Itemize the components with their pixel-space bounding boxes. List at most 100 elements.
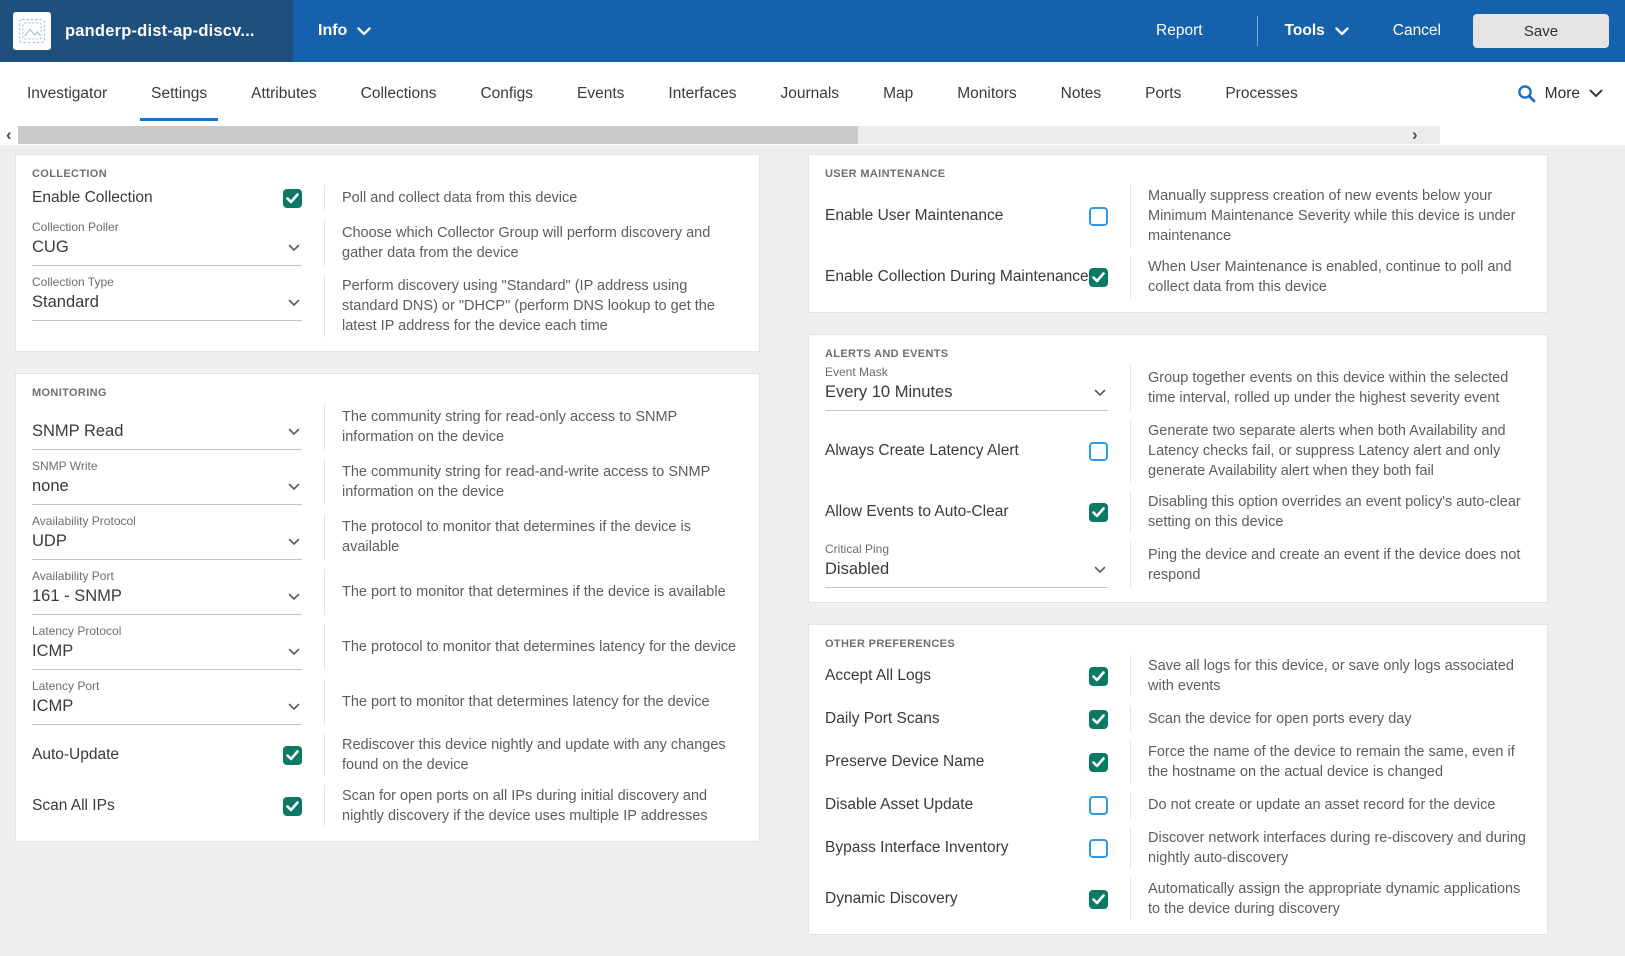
tab-events[interactable]: Events — [577, 62, 624, 125]
always-create-latency-alert-checkbox[interactable] — [1089, 441, 1108, 461]
scroll-left-arrow-icon[interactable]: ‹ — [6, 125, 12, 144]
section-title: USER MAINTENANCE — [825, 168, 946, 180]
field-label: Collection Poller — [32, 220, 119, 234]
field-column: Allow Events to Auto-Clear — [825, 491, 1130, 533]
field-label: Collection Type — [32, 275, 114, 289]
field-description: The port to monitor that determines if t… — [324, 569, 743, 615]
availability-port-select[interactable]: 161 - SNMP — [32, 584, 302, 615]
daily-port-scans-checkbox[interactable] — [1089, 709, 1108, 729]
allow-events-to-auto-clear-checkbox[interactable] — [1089, 502, 1108, 522]
check-icon — [286, 749, 299, 760]
field-description: Discover network interfaces during re-di… — [1130, 827, 1531, 869]
field-label: Always Create Latency Alert — [825, 442, 1019, 459]
tab-map[interactable]: Map — [883, 62, 913, 125]
select-value: none — [32, 477, 69, 495]
latency-port-select[interactable]: ICMP — [32, 694, 302, 725]
select-value: UDP — [32, 532, 67, 550]
horizontal-scrollbar: ‹ › — [0, 125, 1625, 145]
tab-interfaces[interactable]: Interfaces — [668, 62, 736, 125]
setting-row-enable-user-maintenance: Enable User Maintenance Manually suppress… — [825, 185, 1531, 247]
scrollbar-thumb[interactable] — [18, 126, 858, 144]
enable-collection-checkbox[interactable] — [283, 188, 302, 208]
cancel-button[interactable]: Cancel — [1393, 22, 1441, 40]
tab-collections[interactable]: Collections — [361, 62, 437, 125]
report-button[interactable]: Report — [1156, 22, 1203, 40]
field-column: Latency Port ICMP — [32, 679, 324, 725]
card-user-maintenance: USER MAINTENANCE Enable User Maintenance M… — [808, 154, 1548, 313]
latency-protocol-select[interactable]: ICMP — [32, 639, 302, 670]
more-dropdown[interactable]: More — [1517, 84, 1603, 103]
chevron-down-icon — [1094, 566, 1106, 573]
setting-row-accept-all-logs: Accept All Logs Save all logs for this de… — [825, 655, 1531, 697]
auto-update-checkbox[interactable] — [283, 745, 302, 765]
select-value: 161 - SNMP — [32, 587, 122, 605]
chevron-down-icon — [288, 299, 300, 306]
field-column: Auto-Update — [32, 734, 324, 776]
setting-row-snmp-write: SNMP Write none The community string for r… — [32, 459, 743, 505]
settings-content: COLLECTION Enable Collection Poll and coll… — [0, 145, 1625, 956]
field-column: Disable Asset Update — [825, 792, 1130, 818]
field-label: Enable Collection During Maintenance — [825, 268, 1089, 285]
field-column: Accept All Logs — [825, 655, 1130, 697]
chevron-down-icon — [1335, 26, 1349, 35]
tab-bar: Investigator Settings Attributes Collection… — [0, 62, 1625, 125]
enable-collection-during-maintenance-checkbox[interactable] — [1089, 267, 1108, 287]
event-mask-select[interactable]: Every 10 Minutes — [825, 380, 1108, 411]
tab-monitors[interactable]: Monitors — [957, 62, 1016, 125]
tab-settings[interactable]: Settings — [140, 62, 219, 125]
availability-protocol-select[interactable]: UDP — [32, 529, 302, 560]
chevron-down-icon — [288, 428, 300, 435]
scroll-right-arrow-icon[interactable]: › — [1412, 125, 1418, 144]
check-icon — [1092, 713, 1105, 724]
check-icon — [286, 800, 299, 811]
tab-processes[interactable]: Processes — [1225, 62, 1297, 125]
accept-all-logs-checkbox[interactable] — [1089, 666, 1108, 686]
tab-notes[interactable]: Notes — [1061, 62, 1102, 125]
tab-ports[interactable]: Ports — [1145, 62, 1181, 125]
field-label: Accept All Logs — [825, 667, 931, 684]
field-description: The community string for read-and-write … — [324, 459, 743, 505]
chevron-down-icon — [288, 244, 300, 251]
field-column: Enable Collection During Maintenance — [825, 256, 1130, 298]
device-image-icon — [13, 12, 51, 50]
chevron-down-icon — [288, 703, 300, 710]
section-title: OTHER PREFERENCES — [825, 638, 956, 650]
disable-asset-update-checkbox[interactable] — [1089, 795, 1108, 815]
field-description: Manually suppress creation of new events… — [1130, 185, 1531, 247]
scan-all-ips-checkbox[interactable] — [283, 796, 302, 816]
field-description: The protocol to monitor that determines … — [324, 514, 743, 560]
tab-configs[interactable]: Configs — [480, 62, 533, 125]
field-column: Enable User Maintenance — [825, 185, 1130, 247]
tab-investigator[interactable]: Investigator — [27, 62, 107, 125]
critical-ping-select[interactable]: Disabled — [825, 557, 1108, 588]
tools-dropdown-label: Tools — [1284, 22, 1325, 39]
info-dropdown[interactable]: Info — [318, 22, 371, 40]
device-name: panderp-dist-ap-discv... — [65, 21, 255, 40]
field-label: Auto-Update — [32, 746, 120, 763]
collection-type-select[interactable]: Standard — [32, 290, 302, 321]
select-value: SNMP Read — [32, 422, 124, 440]
setting-row-always-create-latency-alert: Always Create Latency Alert Generate two … — [825, 420, 1531, 482]
tab-attributes[interactable]: Attributes — [251, 62, 316, 125]
field-description: The protocol to monitor that determines … — [324, 624, 743, 670]
dynamic-discovery-checkbox[interactable] — [1089, 889, 1108, 909]
snmp-read-select[interactable]: SNMP Read — [32, 419, 302, 450]
setting-row-auto-update: Auto-Update Rediscover this device nightl… — [32, 734, 743, 776]
field-description: The community string for read-only acces… — [324, 404, 743, 450]
right-column: USER MAINTENANCE Enable User Maintenance M… — [808, 154, 1548, 956]
enable-user-maintenance-checkbox[interactable] — [1089, 206, 1108, 226]
card-other-preferences: OTHER PREFERENCES Accept All Logs Save all… — [808, 624, 1548, 935]
tools-dropdown[interactable]: Tools — [1285, 22, 1349, 40]
snmp-write-select[interactable]: none — [32, 474, 302, 505]
preserve-device-name-checkbox[interactable] — [1089, 752, 1108, 772]
check-icon — [1092, 506, 1105, 517]
bypass-interface-inventory-checkbox[interactable] — [1089, 838, 1108, 858]
save-button[interactable]: Save — [1473, 14, 1609, 48]
field-description: Perform discovery using "Standard" (IP a… — [324, 275, 743, 337]
tab-journals[interactable]: Journals — [780, 62, 839, 125]
collection-poller-select[interactable]: CUG — [32, 235, 302, 266]
scrollbar-track[interactable] — [18, 126, 1440, 144]
device-block: panderp-dist-ap-discv... — [0, 0, 293, 62]
field-description: Generate two separate alerts when both A… — [1130, 420, 1531, 482]
card-collection: COLLECTION Enable Collection Poll and coll… — [15, 154, 760, 352]
